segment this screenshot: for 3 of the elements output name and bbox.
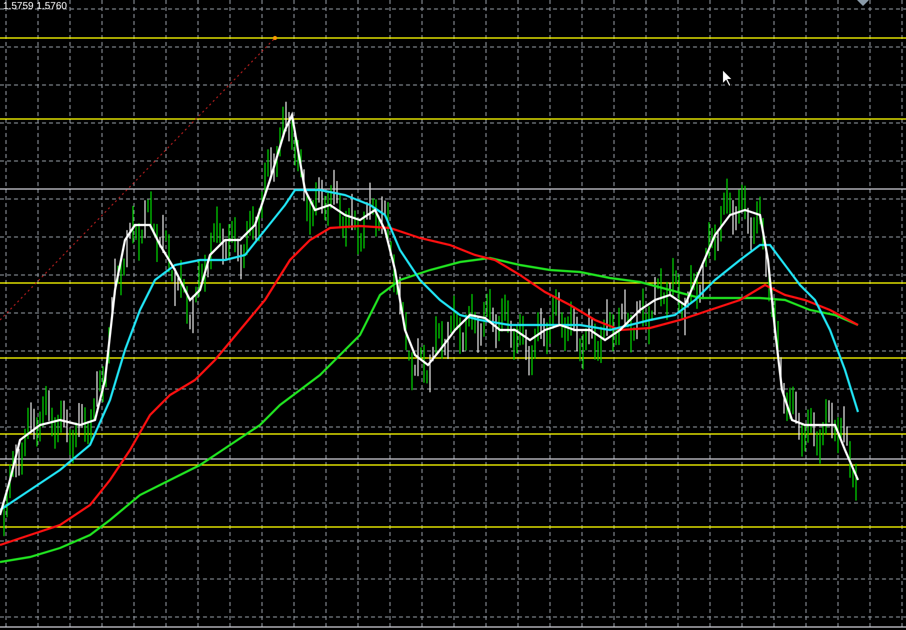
triangle-icon[interactable]	[857, 0, 869, 7]
cursor-icon	[722, 69, 733, 87]
price-label: 1.5759 1.5760	[3, 1, 67, 13]
